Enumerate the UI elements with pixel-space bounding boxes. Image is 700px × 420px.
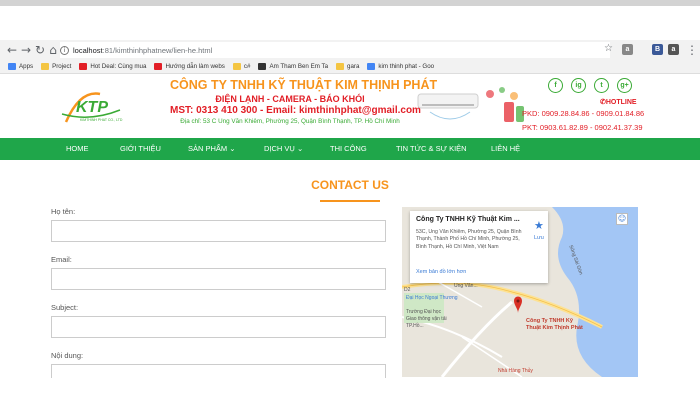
message-field[interactable] — [51, 364, 386, 378]
site-header: KTP KIMTHINH PHAT CO., LTD CÔNG TY TNHH … — [0, 74, 700, 138]
subject-field[interactable] — [51, 316, 386, 338]
info-icon[interactable]: i — [60, 45, 69, 55]
map-info-card: Công Ty TNHH Kỹ Thuật Kim ... 53C, Ung V… — [410, 211, 548, 283]
logo-text: KTP — [76, 99, 108, 116]
company-address: Địa chỉ: 53 C Ung Văn Khiêm, Phường 25, … — [180, 118, 400, 125]
restaurant-label: Nhà Hàng Thủy — [498, 368, 533, 374]
folder-icon — [41, 63, 50, 70]
logo-subtext: KIMTHINH PHAT CO., LTD — [80, 118, 123, 122]
apps-icon — [8, 63, 16, 70]
nav-item-services[interactable]: DỊCH VỤ ⌄ — [264, 138, 303, 160]
name-label: Họ tên: — [51, 207, 76, 216]
map-card-address: 53C, Ung Văn Khiêm, Phường 25, Quận Bình… — [416, 229, 522, 250]
extension-icon[interactable]: B — [652, 44, 663, 55]
nav-item-products[interactable]: SẢN PHẨM ⌄ — [188, 138, 236, 160]
hotline-label: ✆HOTLINE — [600, 99, 637, 106]
school-label: Đại Học Ngoại Thương — [406, 295, 458, 301]
street-view-icon[interactable]: ☺ — [616, 213, 628, 225]
save-star-icon[interactable]: ★ — [534, 219, 544, 232]
hotdeal-icon — [79, 63, 88, 70]
drive-icon — [367, 63, 376, 70]
bookmark-item[interactable]: gara — [336, 63, 359, 70]
url-host: localhost — [73, 45, 103, 55]
map-card-title: Công Ty TNHH Kỹ Thuật Kim ... — [416, 216, 520, 223]
title-underline — [320, 200, 380, 202]
bookmark-item[interactable]: Project — [41, 63, 71, 70]
window-top-bar — [0, 0, 700, 6]
youtube-icon — [154, 63, 163, 70]
address-bar-row: ← → ↻ ⌂ i localhost:81/kimthinhphatnew/l… — [0, 40, 700, 60]
tax-email-line: MST: 0313 410 300 - Email: kimthinhphat@… — [170, 105, 421, 116]
nav-item-about[interactable]: GIỚI THIỆU — [120, 138, 161, 160]
bookmark-item[interactable]: Am Tham Ben Em Ta — [258, 63, 328, 70]
air-conditioner-banner — [410, 80, 530, 130]
bookmark-item[interactable]: Hot Deal: Cùng mua — [79, 63, 146, 70]
chevron-down-icon: ⌄ — [229, 144, 236, 153]
bookmark-star-icon[interactable]: ☆ — [604, 43, 613, 54]
sales-phone: PKD: 0909.28.84.86 - 0909.01.84.86 — [522, 109, 645, 118]
google-plus-icon[interactable]: g+ — [617, 78, 632, 93]
d2-label: D2 — [404, 287, 411, 293]
bookmark-item[interactable]: c# — [232, 63, 250, 70]
nav-item-construction[interactable]: THI CÔNG — [330, 138, 367, 160]
site-logo[interactable]: KTP KIMTHINH PHAT CO., LTD — [60, 88, 132, 128]
folder-icon — [336, 63, 345, 70]
page-title: CONTACT US — [311, 178, 389, 192]
video-icon — [258, 63, 267, 70]
instagram-icon[interactable]: ig — [571, 78, 586, 93]
main-nav: HOME GIỚI THIỆU SẢN PHẨM ⌄ DỊCH VỤ ⌄ THI… — [0, 138, 700, 160]
google-map[interactable]: Sông Sài Gòn Ung Văn... D2 Đại Học Ngoại… — [402, 207, 638, 377]
message-label: Nội dung: — [51, 351, 84, 360]
name-field[interactable] — [51, 220, 386, 242]
social-links: f ig t g+ — [548, 78, 632, 93]
bookmark-item[interactable]: Hướng dẫn làm webs — [154, 63, 225, 70]
url-path: :81/kimthinhphatnew/lien-he.html — [102, 45, 213, 55]
extension-icon[interactable]: a — [668, 44, 679, 55]
subject-label: Subject: — [51, 303, 79, 312]
nav-item-contact[interactable]: LIÊN HỆ — [491, 138, 520, 160]
map-pin-label: Công Ty TNHH Kỹ Thuật Kim Thịnh Phát — [526, 318, 583, 331]
home-icon[interactable]: ⌂ — [45, 42, 61, 58]
bookmark-item[interactable]: Apps — [8, 63, 33, 70]
email-label: Email: — [51, 255, 72, 264]
save-label[interactable]: Lưu — [534, 235, 544, 241]
nav-item-news[interactable]: TIN TỨC & SỰ KIỆN — [396, 138, 467, 160]
bookmarks-bar: Apps Project Hot Deal: Cùng mua Hướng dẫ… — [0, 60, 700, 74]
company-info: CÔNG TY TNHH KỸ THUẬT KIM THỊNH PHÁT ĐIỆ… — [170, 78, 438, 125]
chevron-down-icon: ⌄ — [296, 144, 304, 153]
twitter-icon[interactable]: t — [594, 78, 609, 93]
folder-icon — [232, 63, 241, 70]
email-field[interactable] — [51, 268, 386, 290]
extension-icon[interactable]: a — [622, 44, 633, 55]
school2-label: Trường Đại học Giao thông vận tải TP.Hồ.… — [406, 309, 447, 329]
url-input[interactable]: i localhost:81/kimthinhphatnew/lien-he.h… — [60, 42, 610, 58]
nav-item-home[interactable]: HOME — [66, 138, 89, 160]
view-larger-map-link[interactable]: Xem bản đồ lớn hơn — [416, 269, 466, 275]
services-tagline: ĐIỆN LẠNH - CAMERA - BÁO KHÓI — [215, 94, 365, 104]
tech-phone: PKT: 0903.61.82.89 - 0902.41.37.39 — [522, 123, 643, 132]
facebook-icon[interactable]: f — [548, 78, 563, 93]
bookmark-item[interactable]: kim thinh phat - Goo — [367, 63, 434, 70]
company-name: CÔNG TY TNHH KỸ THUẬT KIM THỊNH PHÁT — [170, 78, 438, 92]
street-label: Ung Văn... — [454, 283, 478, 289]
menu-icon[interactable]: ⋮ — [684, 42, 700, 58]
